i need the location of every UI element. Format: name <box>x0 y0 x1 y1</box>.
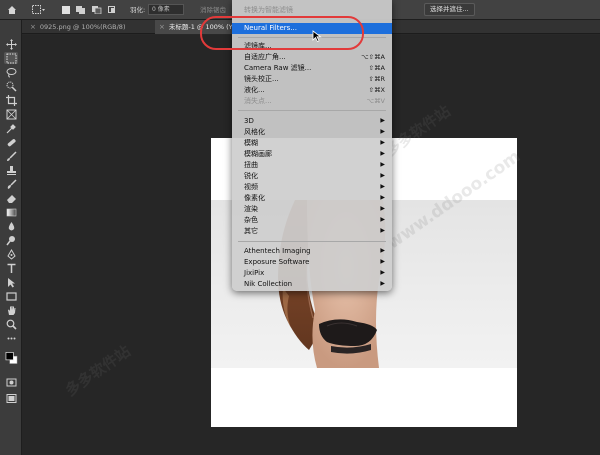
close-icon[interactable]: × <box>30 20 36 34</box>
blur-tool-icon[interactable] <box>4 220 18 232</box>
subtract-selection-icon[interactable] <box>92 0 102 20</box>
menu-item-convert-smart-filter[interactable]: 转换为智能滤镜 <box>232 5 392 16</box>
highlight-annotation-ring <box>200 16 364 50</box>
quick-select-tool-icon[interactable] <box>4 80 18 92</box>
intersect-selection-icon[interactable] <box>108 0 118 20</box>
menu-item-blur-gallery[interactable]: 模糊画廊 ▶ <box>232 149 392 160</box>
menu-item-distort[interactable]: 扭曲 ▶ <box>232 160 392 171</box>
menu-separator <box>238 110 386 111</box>
menu-item-lens-correction[interactable]: 镜头校正... ⇧⌘R <box>232 74 392 85</box>
lasso-tool-icon[interactable] <box>4 66 18 78</box>
menu-item-video[interactable]: 视频 ▶ <box>232 182 392 193</box>
menu-item-pixelate[interactable]: 像素化 ▶ <box>232 193 392 204</box>
submenu-arrow-icon: ▶ <box>380 205 385 212</box>
submenu-arrow-icon: ▶ <box>380 150 385 157</box>
brush-tool-icon[interactable] <box>4 150 18 162</box>
submenu-arrow-icon: ▶ <box>380 194 385 201</box>
submenu-arrow-icon: ▶ <box>380 183 385 190</box>
add-selection-icon[interactable] <box>76 0 86 20</box>
marquee-tool-icon[interactable] <box>4 52 18 64</box>
menu-item-athentech-imaging[interactable]: Athentech Imaging ▶ <box>232 246 392 257</box>
healing-brush-tool-icon[interactable] <box>4 136 18 148</box>
marquee-preset-icon[interactable] <box>32 0 46 20</box>
menu-item-jixipix[interactable]: JixiPix ▶ <box>232 268 392 279</box>
gradient-tool-icon[interactable] <box>4 206 18 218</box>
eyedropper-tool-icon[interactable] <box>4 122 18 134</box>
select-and-mask-button[interactable]: 选择并遮住... <box>424 3 475 16</box>
tab-0925[interactable]: × 0925.png @ 100%(RGB/8) <box>26 20 154 34</box>
menu-item-other[interactable]: 其它 ▶ <box>232 226 392 237</box>
menu-item-sharpen[interactable]: 锐化 ▶ <box>232 171 392 182</box>
menu-item-stylize[interactable]: 风格化 ▶ <box>232 127 392 138</box>
quick-mask-icon[interactable] <box>4 376 18 388</box>
home-icon[interactable] <box>7 0 17 20</box>
tools-panel <box>0 20 22 455</box>
submenu-arrow-icon: ▶ <box>380 258 385 265</box>
menu-item-camera-raw[interactable]: Camera Raw 滤镜... ⇧⌘A <box>232 63 392 74</box>
submenu-arrow-icon: ▶ <box>380 247 385 254</box>
path-select-tool-icon[interactable] <box>4 276 18 288</box>
menu-item-exposure-software[interactable]: Exposure Software ▶ <box>232 257 392 268</box>
menu-separator <box>238 241 386 242</box>
menu-item-3d[interactable]: 3D ▶ <box>232 116 392 127</box>
eraser-tool-icon[interactable] <box>4 192 18 204</box>
menu-item-adaptive-wide-angle[interactable]: 自适应广角... ⌥⇧⌘A <box>232 52 392 63</box>
submenu-arrow-icon: ▶ <box>380 269 385 276</box>
submenu-arrow-icon: ▶ <box>380 117 385 124</box>
submenu-arrow-icon: ▶ <box>380 172 385 179</box>
submenu-arrow-icon: ▶ <box>380 139 385 146</box>
menu-item-liquify[interactable]: 液化... ⇧⌘X <box>232 85 392 96</box>
submenu-arrow-icon: ▶ <box>380 227 385 234</box>
menu-item-vanishing-point[interactable]: 消失点... ⌥⌘V <box>232 96 392 107</box>
submenu-arrow-icon: ▶ <box>380 280 385 287</box>
close-icon[interactable]: × <box>159 20 165 34</box>
type-tool-icon[interactable] <box>4 262 18 274</box>
screen-mode-icon[interactable] <box>4 392 18 404</box>
feather-label: 羽化: <box>130 6 146 14</box>
move-tool-icon[interactable] <box>4 38 18 50</box>
pen-tool-icon[interactable] <box>4 248 18 260</box>
menu-item-render[interactable]: 渲染 ▶ <box>232 204 392 215</box>
frame-tool-icon[interactable] <box>4 108 18 120</box>
submenu-arrow-icon: ▶ <box>380 161 385 168</box>
crop-tool-icon[interactable] <box>4 94 18 106</box>
zoom-tool-icon[interactable] <box>4 318 18 330</box>
new-selection-icon[interactable] <box>62 0 70 20</box>
tab-label: 0925.png @ 100%(RGB/8) <box>39 23 126 31</box>
feather-input[interactable]: 0 像素 <box>148 4 184 15</box>
color-swatches-icon[interactable] <box>4 348 18 368</box>
dodge-tool-icon[interactable] <box>4 234 18 246</box>
menu-item-noise[interactable]: 杂色 ▶ <box>232 215 392 226</box>
clone-stamp-tool-icon[interactable] <box>4 164 18 176</box>
menu-item-blur[interactable]: 模糊 ▶ <box>232 138 392 149</box>
history-brush-tool-icon[interactable] <box>4 178 18 190</box>
submenu-arrow-icon: ▶ <box>380 128 385 135</box>
more-tools-icon[interactable] <box>4 332 18 344</box>
hand-tool-icon[interactable] <box>4 304 18 316</box>
menu-item-nik-collection[interactable]: Nik Collection ▶ <box>232 279 392 290</box>
rectangle-tool-icon[interactable] <box>4 290 18 302</box>
mouse-cursor-icon <box>312 30 322 42</box>
submenu-arrow-icon: ▶ <box>380 216 385 223</box>
